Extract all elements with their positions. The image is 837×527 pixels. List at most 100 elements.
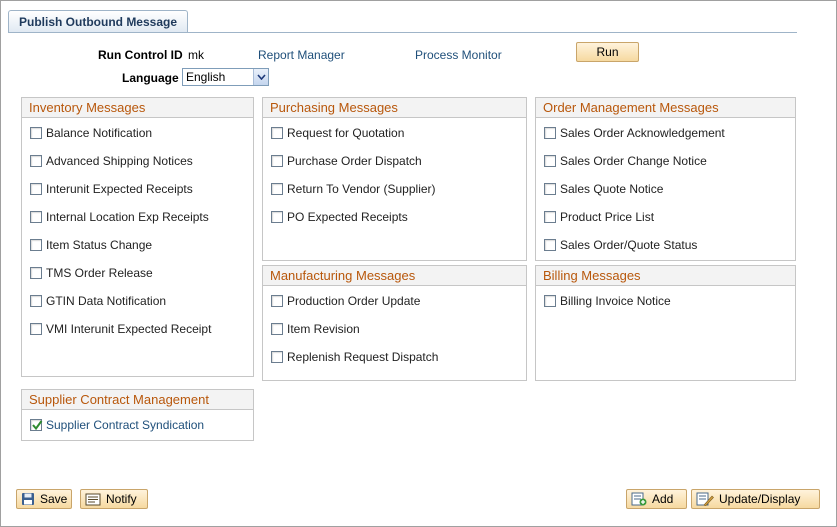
add-button[interactable]: Add xyxy=(626,489,687,509)
group-title: Supplier Contract Management xyxy=(22,390,253,410)
checkbox-item[interactable]: Item Revision xyxy=(271,321,360,337)
checkbox-item[interactable]: Balance Notification xyxy=(30,125,152,141)
add-icon xyxy=(631,492,647,506)
checkbox-item[interactable]: Purchase Order Dispatch xyxy=(271,153,422,169)
group-title: Order Management Messages xyxy=(536,98,795,118)
checkbox-label: Supplier Contract Syndication xyxy=(46,418,205,432)
notify-icon xyxy=(85,493,101,506)
checkbox[interactable] xyxy=(30,295,42,307)
checkbox[interactable] xyxy=(271,183,283,195)
checkbox[interactable] xyxy=(271,295,283,307)
checkbox-item[interactable]: Advanced Shipping Notices xyxy=(30,153,193,169)
checkbox-label: Production Order Update xyxy=(287,294,421,308)
process-monitor-link[interactable]: Process Monitor xyxy=(415,48,502,62)
checkbox[interactable] xyxy=(544,155,556,167)
group-title: Inventory Messages xyxy=(22,98,253,118)
checkbox-label: Product Price List xyxy=(560,210,655,224)
checkbox-item[interactable]: Request for Quotation xyxy=(271,125,404,141)
checkbox[interactable] xyxy=(544,211,556,223)
checkbox-item[interactable]: Interunit Expected Receipts xyxy=(30,181,193,197)
checkbox-item[interactable]: Internal Location Exp Receipts xyxy=(30,209,209,225)
billing-messages-group: Billing Messages Billing Invoice Notice xyxy=(535,265,796,381)
checkbox-label: Replenish Request Dispatch xyxy=(287,350,439,364)
checkbox[interactable] xyxy=(30,155,42,167)
floppy-disk-icon xyxy=(21,492,35,506)
language-value: English xyxy=(186,70,226,84)
checkbox[interactable] xyxy=(544,295,556,307)
checkbox[interactable] xyxy=(271,155,283,167)
update-display-button[interactable]: Update/Display xyxy=(691,489,820,509)
update-display-label: Update/Display xyxy=(719,492,801,506)
run-control-label: Run Control ID xyxy=(98,48,183,62)
checkbox-label: Sales Order Change Notice xyxy=(560,154,707,168)
run-control-value: mk xyxy=(188,48,204,62)
checkbox-item[interactable]: Production Order Update xyxy=(271,293,420,309)
checkbox-item[interactable]: PO Expected Receipts xyxy=(271,209,408,225)
supplier-contract-management-group: Supplier Contract Management Supplier Co… xyxy=(21,389,254,441)
save-button[interactable]: Save xyxy=(16,489,72,509)
checkbox-item[interactable]: Supplier Contract Syndication xyxy=(30,417,204,433)
manufacturing-messages-group: Manufacturing Messages Production Order … xyxy=(262,265,527,381)
checkbox-item[interactable]: Billing Invoice Notice xyxy=(544,293,671,309)
order-management-messages-group: Order Management Messages Sales Order Ac… xyxy=(535,97,796,261)
page-frame: Publish Outbound Message Run Control ID … xyxy=(0,0,837,527)
tab-divider xyxy=(8,32,797,33)
checkbox-label: Return To Vendor (Supplier) xyxy=(287,182,436,196)
checkbox-label: GTIN Data Notification xyxy=(46,294,167,308)
checkbox[interactable] xyxy=(544,183,556,195)
checkbox-item[interactable]: Item Status Change xyxy=(30,237,152,253)
group-title: Billing Messages xyxy=(536,266,795,286)
checkbox-label: Sales Order/Quote Status xyxy=(560,238,698,252)
checkbox[interactable] xyxy=(544,239,556,251)
checkbox-item[interactable]: TMS Order Release xyxy=(30,265,153,281)
checkbox[interactable] xyxy=(30,127,42,139)
purchasing-messages-group: Purchasing Messages Request for Quotatio… xyxy=(262,97,527,261)
checkbox-label: Sales Order Acknowledgement xyxy=(560,126,725,140)
checkbox-item[interactable]: Sales Quote Notice xyxy=(544,181,663,197)
tab-publish-outbound-message[interactable]: Publish Outbound Message xyxy=(8,10,189,33)
checkbox-item[interactable]: Return To Vendor (Supplier) xyxy=(271,181,436,197)
update-display-icon xyxy=(696,492,714,506)
checkbox[interactable] xyxy=(30,323,42,335)
checkbox-label: Billing Invoice Notice xyxy=(560,294,671,308)
checkbox[interactable] xyxy=(271,211,283,223)
checkbox-label: Sales Quote Notice xyxy=(560,182,664,196)
checkbox-label: Internal Location Exp Receipts xyxy=(46,210,209,224)
checkbox[interactable] xyxy=(30,211,42,223)
chevron-down-icon[interactable] xyxy=(253,69,268,85)
checkbox-item[interactable]: GTIN Data Notification xyxy=(30,293,166,309)
checkbox[interactable] xyxy=(30,267,42,279)
language-select[interactable]: English xyxy=(182,68,269,86)
inventory-messages-group: Inventory Messages Balance Notification A… xyxy=(21,97,254,377)
checkbox-label: VMI Interunit Expected Receipt xyxy=(46,322,212,336)
checkbox[interactable] xyxy=(30,239,42,251)
checkbox[interactable] xyxy=(544,127,556,139)
group-title: Manufacturing Messages xyxy=(263,266,526,286)
checkbox-label: PO Expected Receipts xyxy=(287,210,408,224)
checkbox-item[interactable]: Sales Order Acknowledgement xyxy=(544,125,725,141)
checkbox-item[interactable]: Replenish Request Dispatch xyxy=(271,349,438,365)
checkbox-label: Request for Quotation xyxy=(287,126,405,140)
checkbox[interactable] xyxy=(271,351,283,363)
checkbox[interactable] xyxy=(271,323,283,335)
checkbox[interactable] xyxy=(30,183,42,195)
checkbox-label: Balance Notification xyxy=(46,126,153,140)
checkbox-label: Interunit Expected Receipts xyxy=(46,182,193,196)
checkbox-item[interactable]: Sales Order/Quote Status xyxy=(544,237,697,253)
checkbox-item[interactable]: VMI Interunit Expected Receipt xyxy=(30,321,211,337)
checkbox-label: TMS Order Release xyxy=(46,266,153,280)
notify-button[interactable]: Notify xyxy=(80,489,148,509)
notify-label: Notify xyxy=(106,492,137,506)
checkbox-item[interactable]: Product Price List xyxy=(544,209,654,225)
language-label: Language xyxy=(122,71,179,85)
save-label: Save xyxy=(40,492,68,506)
add-label: Add xyxy=(652,492,674,506)
checkbox-item[interactable]: Sales Order Change Notice xyxy=(544,153,707,169)
checkbox[interactable] xyxy=(271,127,283,139)
checkbox-label: Advanced Shipping Notices xyxy=(46,154,193,168)
report-manager-link[interactable]: Report Manager xyxy=(258,48,345,62)
checkbox-checked[interactable] xyxy=(30,419,43,431)
checkbox-label: Item Status Change xyxy=(46,238,153,252)
checkbox-label: Item Revision xyxy=(287,322,360,336)
run-button[interactable]: Run xyxy=(576,42,639,62)
